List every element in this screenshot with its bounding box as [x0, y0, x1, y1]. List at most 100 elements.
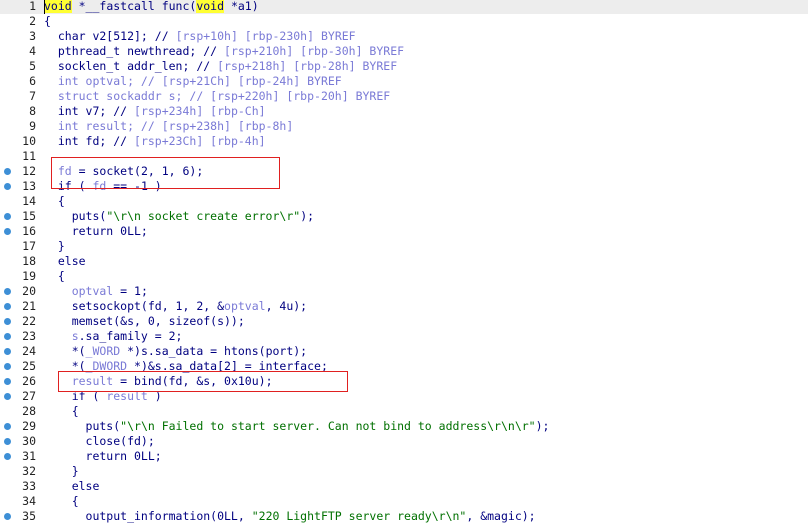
line-number: 7 [29, 89, 36, 103]
code-text[interactable]: return 0LL; [44, 224, 148, 239]
code-line[interactable]: 14 { [0, 194, 808, 209]
code-token: { [44, 14, 51, 28]
code-line[interactable]: 30 close(fd); [0, 434, 808, 449]
code-text[interactable]: { [44, 14, 51, 29]
code-text[interactable]: puts("\r\n socket create error\r"); [44, 209, 314, 224]
code-line[interactable]: 20 optval = 1; [0, 284, 808, 299]
code-token: [rsp+220h] [rbp-20h] [210, 89, 349, 103]
code-line[interactable]: 24 *(_WORD *)s.sa_data = htons(port); [0, 344, 808, 359]
code-line[interactable]: 33 else [0, 479, 808, 494]
line-number: 13 [22, 179, 36, 193]
string-literal: "\r\n socket create error\r" [106, 209, 301, 223]
text-caret [44, 0, 45, 14]
line-number: 12 [22, 164, 36, 178]
line-number: 25 [22, 359, 36, 373]
code-text[interactable]: *(_WORD *)s.sa_data = htons(port); [44, 344, 307, 359]
code-text[interactable]: int fd; // [rsp+23Ch] [rbp-4h] [44, 134, 266, 149]
code-token: [rsp+23Ch] [rbp-4h] [134, 134, 266, 148]
code-text[interactable]: else [44, 479, 100, 494]
code-token: } [44, 464, 79, 478]
code-line[interactable]: 7 struct sockaddr s; // [rsp+220h] [rbp-… [0, 89, 808, 104]
code-token: return 0LL; [44, 449, 162, 463]
code-line[interactable]: 4 pthread_t newthread; // [rsp+210h] [rb… [0, 44, 808, 59]
line-number: 34 [22, 494, 36, 508]
code-line[interactable]: 15 puts("\r\n socket create error\r"); [0, 209, 808, 224]
line-number: 1 [29, 0, 36, 13]
code-text[interactable]: int optval; // [rsp+21Ch] [rbp-24h] BYRE… [44, 74, 342, 89]
code-text[interactable]: memset(&s, 0, sizeof(s)); [44, 314, 245, 329]
line-number: 10 [22, 134, 36, 148]
code-token: int result; // [44, 119, 162, 133]
code-text[interactable]: int result; // [rsp+238h] [rbp-8h] [44, 119, 293, 134]
code-line[interactable]: 18 else [0, 254, 808, 269]
code-token: ); [300, 209, 315, 223]
line-number: 32 [22, 464, 36, 478]
line-number: 9 [29, 119, 36, 133]
code-line[interactable]: 29 puts("\r\n Failed to start server. Ca… [0, 419, 808, 434]
code-token: [rsp+10h] [rbp-230h] [175, 29, 315, 43]
line-number: 8 [29, 104, 36, 118]
code-line[interactable]: 22 memset(&s, 0, sizeof(s)); [0, 314, 808, 329]
line-number: 3 [29, 29, 36, 43]
code-token: char v2[512]; // [44, 29, 176, 43]
code-token: BYREF [314, 29, 356, 43]
line-number: 29 [22, 419, 36, 433]
code-text[interactable]: int v7; // [rsp+234h] [rbp-Ch] [44, 104, 266, 119]
highlight-box-socket [51, 157, 280, 189]
code-token: } [44, 239, 65, 253]
code-text[interactable]: return 0LL; [44, 449, 162, 464]
code-token: s [44, 329, 79, 343]
code-line[interactable]: 1 void *__fastcall func(void *a1) [0, 0, 808, 14]
code-text[interactable]: { [44, 404, 79, 419]
code-line[interactable]: 16 return 0LL; [0, 224, 808, 239]
code-text[interactable]: optval = 1; [44, 284, 148, 299]
code-line[interactable]: 21 setsockopt(fd, 1, 2, &optval, 4u); [0, 299, 808, 314]
code-text[interactable]: else [44, 254, 86, 269]
code-line[interactable]: 9 int result; // [rsp+238h] [rbp-8h] [0, 119, 808, 134]
code-text[interactable]: char v2[512]; // [rsp+10h] [rbp-230h] BY… [44, 29, 356, 44]
code-line[interactable]: 31 return 0LL; [0, 449, 808, 464]
code-text[interactable]: { [44, 269, 65, 284]
line-number: 33 [22, 479, 36, 493]
pseudocode-view[interactable]: 1 void *__fastcall func(void *a1) 2{3 char… [0, 0, 808, 523]
code-line[interactable]: 34 { [0, 494, 808, 509]
line-number: 15 [22, 209, 36, 223]
code-line[interactable]: 17 } [0, 239, 808, 254]
string-literal: "\r\n Failed to start server. Can not bi… [120, 419, 536, 433]
code-text[interactable]: void *__fastcall func(void *a1) [44, 0, 259, 14]
line-number: 30 [22, 434, 36, 448]
line-number: 28 [22, 404, 36, 418]
code-text[interactable]: socklen_t addr_len; // [rsp+218h] [rbp-2… [44, 59, 397, 74]
code-text[interactable]: close(fd); [44, 434, 155, 449]
code-token: BYREF [300, 74, 342, 88]
code-line[interactable]: 32 } [0, 464, 808, 479]
code-line[interactable]: 8 int v7; // [rsp+234h] [rbp-Ch] [0, 104, 808, 119]
line-number: 4 [29, 44, 36, 58]
code-text[interactable]: } [44, 464, 79, 479]
code-line[interactable]: 23 s.sa_family = 2; [0, 329, 808, 344]
code-text[interactable]: s.sa_family = 2; [44, 329, 183, 344]
code-token: close(fd); [44, 434, 155, 448]
code-text[interactable]: setsockopt(fd, 1, 2, &optval, 4u); [44, 299, 307, 314]
code-text[interactable]: puts("\r\n Failed to start server. Can n… [44, 419, 550, 434]
code-token: *)s.sa_data = htons(port); [120, 344, 308, 358]
code-line[interactable]: 28 { [0, 404, 808, 419]
code-line[interactable]: 3 char v2[512]; // [rsp+10h] [rbp-230h] … [0, 29, 808, 44]
code-text[interactable]: } [44, 239, 65, 254]
line-number: 14 [22, 194, 36, 208]
code-token: return 0LL; [44, 224, 148, 238]
code-text[interactable]: { [44, 494, 79, 509]
code-text[interactable]: struct sockaddr s; // [rsp+220h] [rbp-20… [44, 89, 390, 104]
code-line[interactable]: 19 { [0, 269, 808, 284]
code-token: [rsp+218h] [rbp-28h] [217, 59, 356, 73]
code-text[interactable]: { [44, 194, 65, 209]
code-text[interactable]: pthread_t newthread; // [rsp+210h] [rbp-… [44, 44, 404, 59]
code-line[interactable]: 2{ [0, 14, 808, 29]
code-line[interactable]: 6 int optval; // [rsp+21Ch] [rbp-24h] BY… [0, 74, 808, 89]
code-token: = 1; [113, 284, 148, 298]
line-number: 2 [29, 14, 36, 28]
code-line[interactable]: 5 socklen_t addr_len; // [rsp+218h] [rbp… [0, 59, 808, 74]
code-token: int fd; // [44, 134, 135, 148]
code-token: puts( [44, 209, 107, 223]
code-line[interactable]: 10 int fd; // [rsp+23Ch] [rbp-4h] [0, 134, 808, 149]
